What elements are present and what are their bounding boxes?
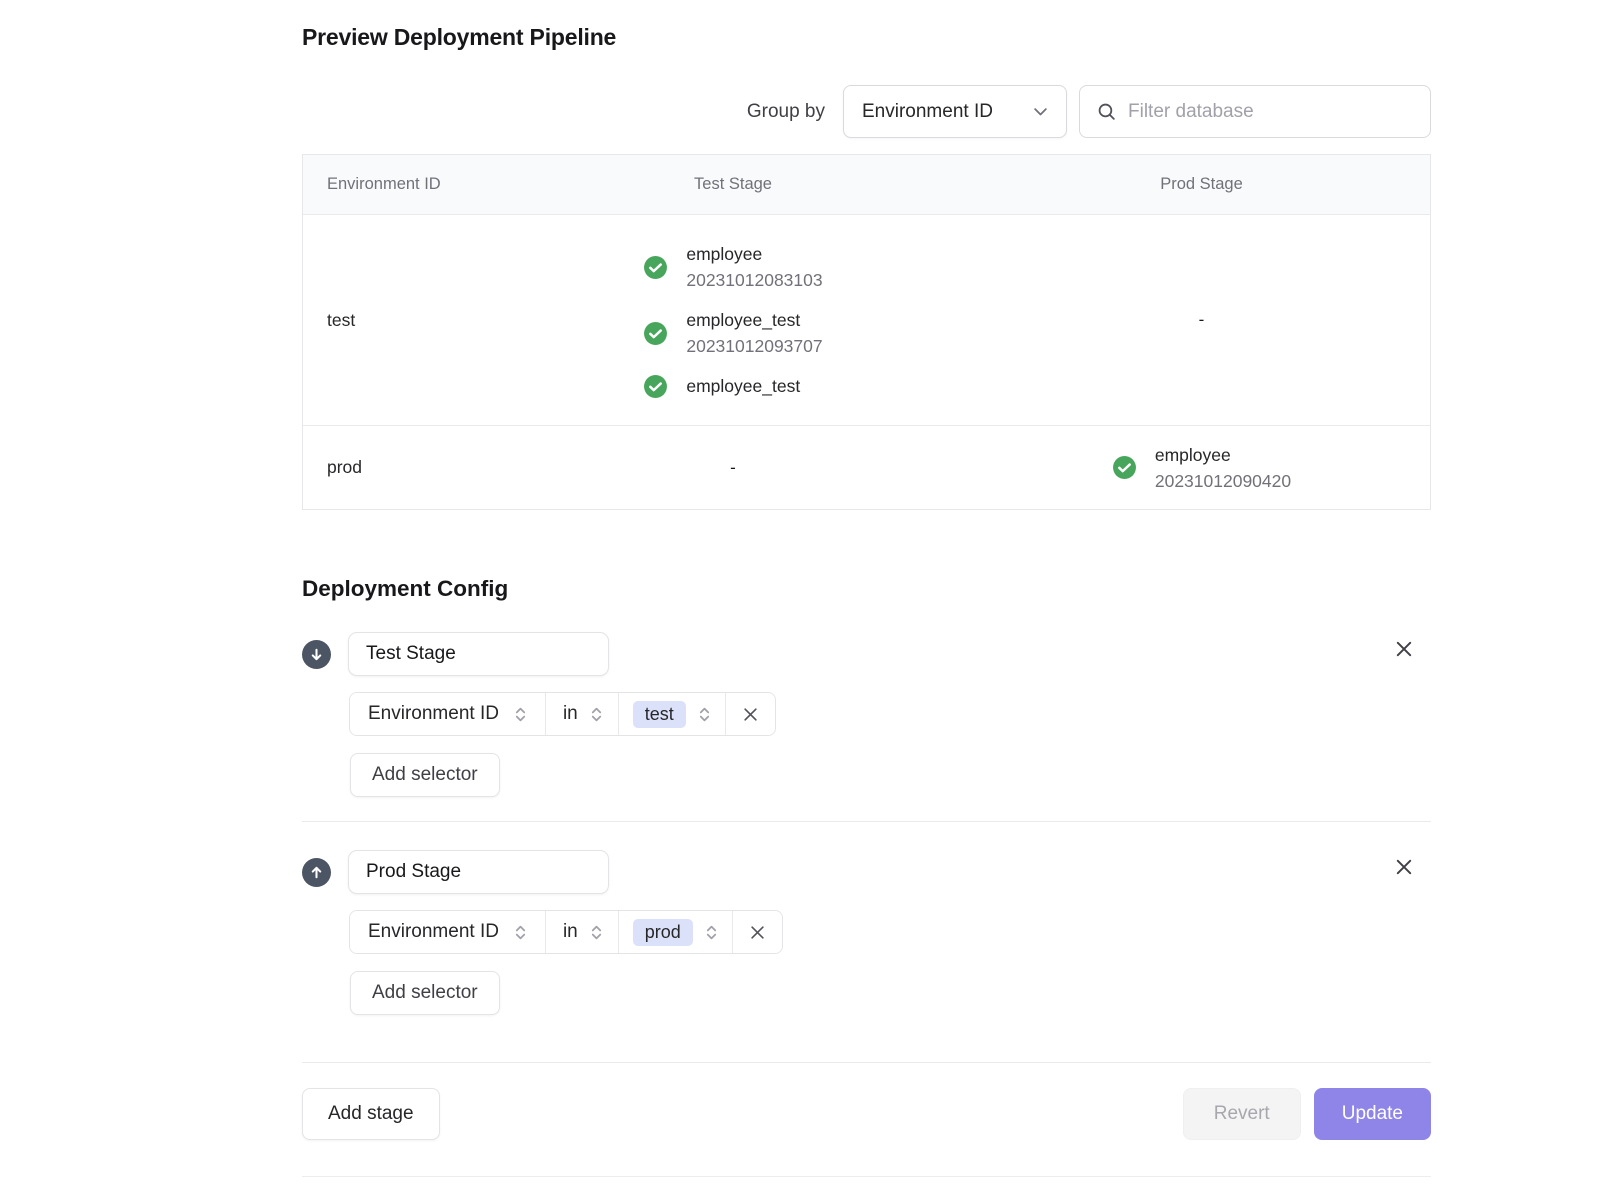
close-icon	[741, 705, 760, 724]
success-check-icon	[643, 374, 668, 399]
deployment-version: 20231012083103	[686, 267, 822, 293]
deployment-text: employee_test 20231012093707	[686, 307, 822, 359]
footer-right-actions: Revert Update	[1183, 1088, 1431, 1140]
add-selector-button[interactable]: Add selector	[350, 971, 500, 1015]
test-stage-cell: employee 20231012083103 employee_test 20…	[493, 241, 973, 399]
selector-values-select[interactable]: prod	[619, 911, 733, 953]
column-header-environment-id: Environment ID	[303, 155, 493, 214]
deployment-item: employee_test	[643, 373, 822, 399]
group-by-select[interactable]: Environment ID	[843, 85, 1067, 138]
selector-key-select[interactable]: Environment ID	[350, 693, 546, 735]
footer-actions: Add stage Revert Update	[302, 1088, 1431, 1140]
deployment-version: 20231012090420	[1155, 468, 1291, 494]
selector-operator-select[interactable]: in	[546, 911, 619, 953]
revert-button[interactable]: Revert	[1183, 1088, 1301, 1140]
deployment-item: employee 20231012083103	[643, 241, 822, 293]
table-controls: Group by Environment ID	[302, 85, 1431, 138]
chevron-up-down-icon	[588, 924, 605, 941]
deployment-text: employee_test	[686, 373, 800, 399]
remove-selector-button[interactable]	[726, 693, 775, 735]
column-header-prod-stage: Prod Stage	[973, 155, 1430, 214]
column-header-test-stage: Test Stage	[493, 155, 973, 214]
chevron-up-down-icon	[512, 924, 529, 941]
selector-key-select[interactable]: Environment ID	[350, 911, 546, 953]
close-icon	[1393, 638, 1415, 660]
selector-operator-label: in	[563, 921, 578, 943]
filter-database-field[interactable]	[1079, 85, 1431, 138]
remove-stage-button[interactable]	[1391, 636, 1417, 662]
deployment-item: employee 20231012090420	[1112, 442, 1291, 494]
database-name: employee_test	[686, 373, 800, 399]
table-row: prod - employee 20231012090420	[303, 425, 1430, 509]
filter-database-input[interactable]	[1128, 101, 1414, 123]
stage-config-prod: Environment ID in prod Add selector	[302, 822, 1431, 1015]
add-stage-button[interactable]: Add stage	[302, 1088, 440, 1140]
stage-head	[302, 850, 1431, 894]
prod-stage-cell: employee 20231012090420	[973, 426, 1430, 509]
success-check-icon	[643, 255, 668, 280]
stage-name-input[interactable]	[348, 632, 609, 676]
stage-head	[302, 632, 1431, 676]
test-stage-cell: -	[493, 426, 973, 509]
update-button[interactable]: Update	[1314, 1088, 1431, 1140]
pipeline-preview-table: Environment ID Test Stage Prod Stage tes…	[302, 154, 1431, 510]
stage-config-test: Environment ID in test Add selector	[302, 632, 1431, 797]
test-stage-deployments: employee 20231012083103 employee_test 20…	[643, 241, 822, 399]
table-header-row: Environment ID Test Stage Prod Stage	[303, 155, 1430, 214]
selector-value-badge: prod	[633, 919, 693, 946]
prod-stage-cell: -	[973, 241, 1430, 399]
close-icon	[748, 923, 767, 942]
empty-stage-dash: -	[730, 458, 736, 478]
database-name: employee_test	[686, 307, 822, 333]
environment-id-cell: prod	[303, 426, 493, 509]
selector-values-select[interactable]: test	[619, 693, 726, 735]
chevron-up-down-icon	[588, 706, 605, 723]
chevron-up-down-icon	[696, 706, 713, 723]
selector-key-label: Environment ID	[368, 703, 499, 725]
success-check-icon	[643, 321, 668, 346]
close-icon	[1393, 856, 1415, 878]
deployment-text: employee 20231012083103	[686, 241, 822, 293]
add-selector-button[interactable]: Add selector	[350, 753, 500, 797]
remove-selector-button[interactable]	[733, 911, 782, 953]
selector-operator-select[interactable]: in	[546, 693, 619, 735]
deployment-pipeline-page: Preview Deployment Pipeline Group by Env…	[302, 0, 1431, 1177]
success-check-icon	[1112, 455, 1137, 480]
selector-value-badge: test	[633, 701, 686, 728]
group-by-selected-value: Environment ID	[862, 101, 993, 123]
deployment-version: 20231012093707	[686, 333, 822, 359]
stage-name-input[interactable]	[348, 850, 609, 894]
selector-operator-label: in	[563, 703, 578, 725]
selector-rule: Environment ID in prod	[349, 910, 783, 954]
deployment-text: employee 20231012090420	[1155, 442, 1291, 494]
search-icon	[1096, 101, 1117, 122]
group-by-label: Group by	[747, 101, 825, 123]
page-title: Preview Deployment Pipeline	[302, 24, 1431, 51]
empty-stage-dash: -	[1199, 310, 1205, 330]
end-divider	[302, 1176, 1431, 1177]
environment-id-cell: test	[303, 241, 493, 399]
chevron-up-down-icon	[512, 706, 529, 723]
footer-divider	[302, 1062, 1431, 1063]
chevron-down-icon	[1031, 102, 1050, 121]
chevron-up-down-icon	[703, 924, 720, 941]
selector-rule: Environment ID in test	[349, 692, 776, 736]
remove-stage-button[interactable]	[1391, 854, 1417, 880]
arrow-up-circle-icon	[302, 858, 331, 887]
database-name: employee	[1155, 442, 1291, 468]
database-name: employee	[686, 241, 822, 267]
deployment-config-title: Deployment Config	[302, 576, 1431, 602]
arrow-down-circle-icon	[302, 640, 331, 669]
deployment-item: employee_test 20231012093707	[643, 307, 822, 359]
table-row: test employee 20231012083103	[303, 214, 1430, 425]
selector-key-label: Environment ID	[368, 921, 499, 943]
